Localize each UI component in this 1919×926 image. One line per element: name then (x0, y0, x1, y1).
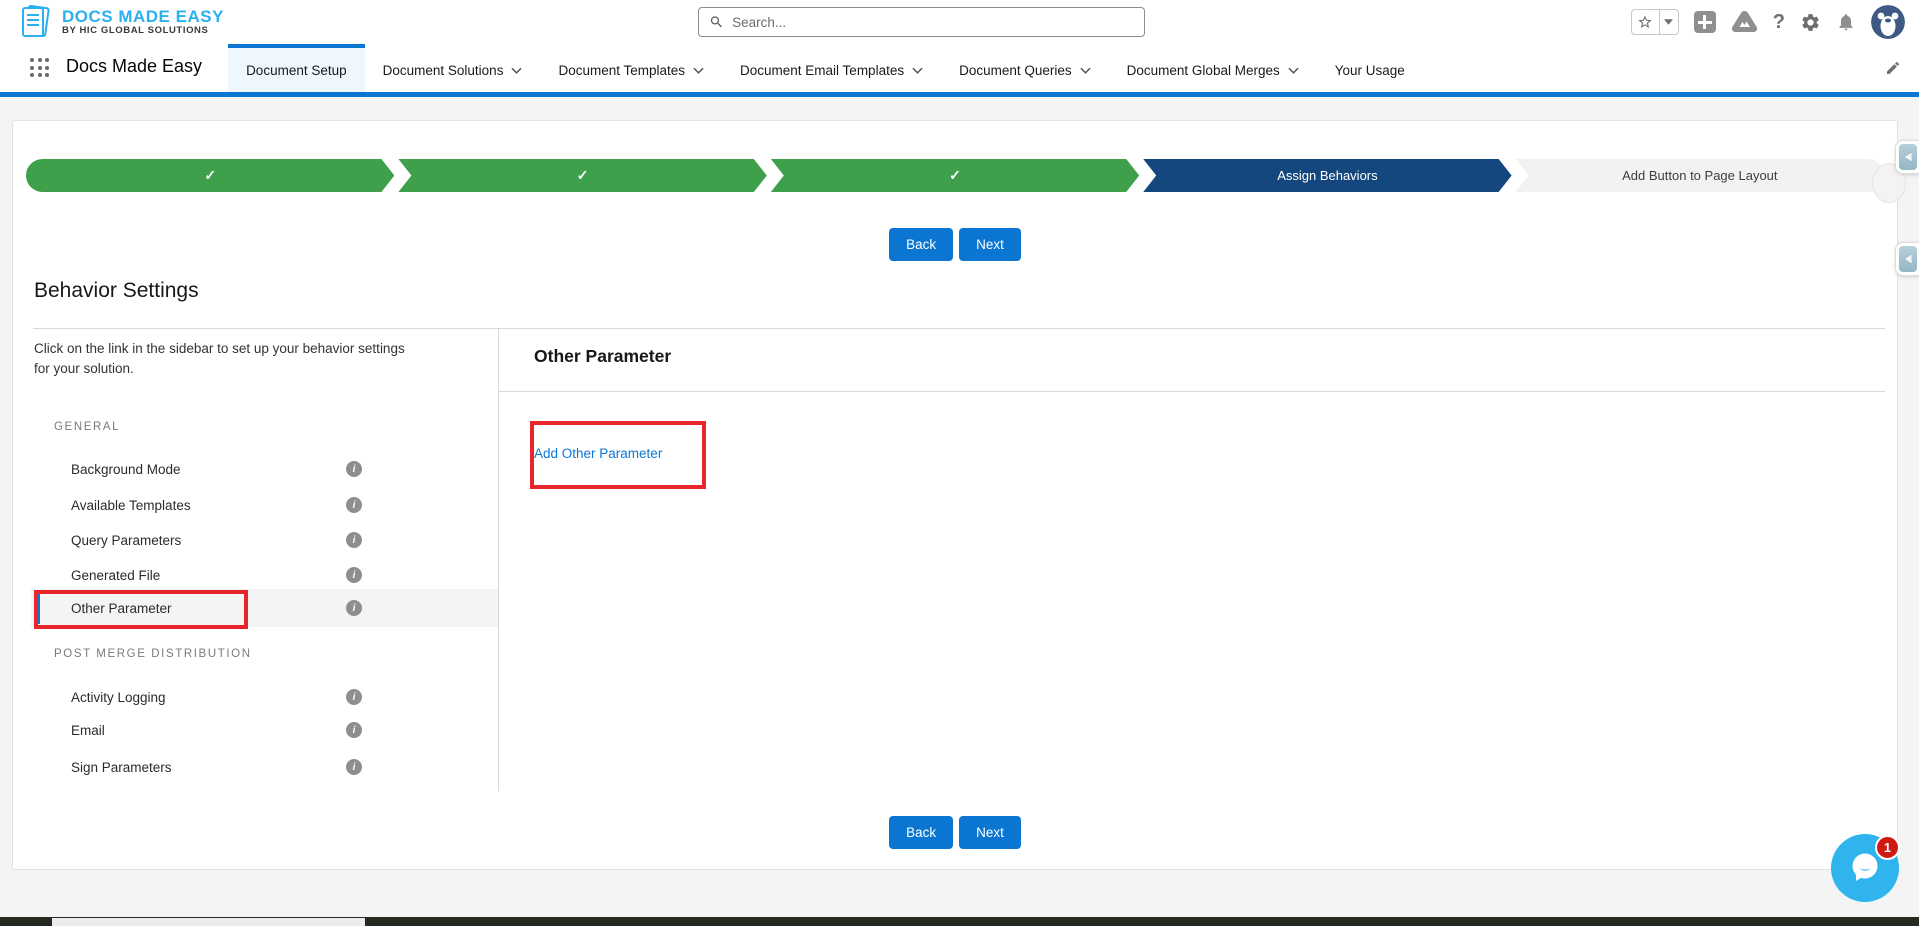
notifications-bell-icon[interactable] (1836, 11, 1856, 33)
sidebar-item-sign-parameters[interactable]: Sign Parameters i (31, 748, 498, 786)
next-button-bottom[interactable]: Next (959, 816, 1021, 849)
trailhead-icon[interactable] (1731, 10, 1758, 34)
taskbar-sliver-segment (52, 918, 365, 926)
step-2-complete[interactable]: ✓ (398, 159, 766, 192)
chevron-down-icon (912, 67, 923, 74)
tab-label: Document Email Templates (740, 62, 905, 78)
info-icon[interactable]: i (346, 461, 362, 477)
tab-your-usage[interactable]: Your Usage (1317, 44, 1423, 92)
info-icon[interactable]: i (346, 532, 362, 548)
taskbar-sliver (0, 917, 1919, 926)
search-icon (710, 16, 722, 28)
step-label: Add Button to Page Layout (1622, 168, 1778, 183)
sidebar-item-background-mode[interactable]: Background Mode i (31, 450, 498, 488)
panel-divider (498, 391, 1885, 392)
tab-document-solutions[interactable]: Document Solutions (365, 44, 541, 92)
global-search[interactable] (698, 7, 1145, 37)
logo-subtitle: BY HIC GLOBAL SOLUTIONS (62, 25, 209, 37)
favorites-control (1630, 9, 1679, 35)
check-icon: ✓ (949, 167, 961, 183)
progress-stepper: ✓ ✓ ✓ Assign Behaviors Add Button to Pag… (26, 159, 1885, 192)
chevron-down-icon (693, 67, 704, 74)
tab-label: Document Setup (246, 62, 347, 78)
info-icon[interactable]: i (346, 600, 362, 616)
chevron-down-icon (1080, 67, 1091, 74)
triangle-left-icon (1904, 254, 1912, 264)
check-icon: ✓ (204, 167, 217, 183)
info-icon[interactable]: i (346, 759, 362, 775)
step-add-button-to-page-layout[interactable]: Add Button to Page Layout (1515, 159, 1885, 192)
sidebar-item-label: Generated File (71, 567, 161, 583)
app-launcher-waffle-icon[interactable] (30, 58, 50, 78)
favorites-dropdown-button[interactable] (1658, 10, 1678, 34)
caret-down-icon (1664, 19, 1674, 25)
sidebar-item-label: Sign Parameters (71, 759, 172, 775)
sidebar-item-label: Other Parameter (71, 600, 172, 616)
global-header: DOCS MADE EASY BY HIC GLOBAL SOLUTIONS S… (0, 0, 1919, 44)
sidebar-item-available-templates[interactable]: Available Templates i (31, 486, 498, 524)
page-title: Behavior Settings (34, 279, 199, 302)
logo-title: DOCS MADE EASY (62, 6, 224, 26)
info-icon[interactable]: i (346, 689, 362, 705)
step-assign-behaviors[interactable]: Assign Behaviors (1143, 159, 1511, 192)
tab-label: Document Solutions (382, 62, 504, 78)
sidebar-item-label: Background Mode (71, 461, 181, 477)
sidebar-item-label: Activity Logging (71, 689, 166, 705)
chat-notification-badge: 1 (1875, 835, 1900, 860)
add-other-parameter-link[interactable]: Add Other Parameter (534, 446, 662, 461)
sidebar-item-label: Available Templates (71, 497, 191, 513)
nav-tabs: Document Setup Document Solutions Docume… (228, 44, 1423, 92)
help-icon[interactable]: ? (1773, 11, 1785, 34)
edit-nav-pencil-icon[interactable] (1885, 60, 1901, 81)
chevron-down-icon (511, 67, 523, 74)
sidebar-item-email[interactable]: Email i (31, 711, 498, 749)
tab-document-email-templates[interactable]: Document Email Templates (722, 44, 941, 92)
expand-panel-button-bottom[interactable] (1895, 242, 1919, 276)
sidebar-item-label: Email (71, 722, 105, 738)
info-icon[interactable]: i (346, 567, 362, 583)
tab-label: Document Global Merges (1126, 62, 1280, 78)
info-icon[interactable]: i (346, 722, 362, 738)
tab-document-global-merges[interactable]: Document Global Merges (1109, 44, 1317, 92)
sidebar-item-query-parameters[interactable]: Query Parameters i (31, 521, 498, 559)
docs-logo-icon (22, 5, 50, 37)
sidebar-item-label: Query Parameters (71, 532, 182, 548)
back-button-bottom[interactable]: Back (889, 816, 954, 849)
back-button-top[interactable]: Back (889, 228, 954, 261)
app-navigation-bar: Docs Made Easy Document Setup Document S… (0, 44, 1919, 97)
star-icon (1638, 15, 1652, 28)
step-3-complete[interactable]: ✓ (771, 159, 1139, 192)
app-name[interactable]: Docs Made Easy (66, 56, 202, 92)
app-logo: DOCS MADE EASY BY HIC GLOBAL SOLUTIONS (18, 4, 224, 40)
global-actions-button[interactable] (1693, 11, 1716, 33)
expand-panel-button-top[interactable] (1895, 140, 1919, 174)
sidebar-section-general: GENERAL (54, 421, 121, 433)
panel-title: Other Parameter (534, 346, 672, 366)
favorite-star-button[interactable] (1632, 10, 1659, 34)
tab-document-templates[interactable]: Document Templates (540, 44, 722, 92)
tab-label: Document Templates (558, 62, 686, 78)
step-1-complete[interactable]: ✓ (26, 159, 394, 192)
tab-document-queries[interactable]: Document Queries (941, 44, 1109, 92)
sidebar-item-other-parameter[interactable]: Other Parameter i (31, 589, 498, 627)
sidebar-description: Click on the link in the sidebar to set … (34, 341, 405, 376)
tab-label: Your Usage (1334, 62, 1405, 78)
user-avatar[interactable] (1871, 5, 1905, 39)
triangle-left-icon (1904, 152, 1912, 162)
sidebar-section-post-merge-distribution: POST MERGE DISTRIBUTION (54, 648, 252, 660)
check-icon: ✓ (576, 167, 589, 183)
next-button-top[interactable]: Next (959, 228, 1021, 261)
step-label: Assign Behaviors (1277, 168, 1378, 183)
info-icon[interactable]: i (346, 497, 362, 513)
sidebar-divider (498, 328, 499, 791)
title-divider (33, 328, 1885, 329)
search-input[interactable] (732, 14, 1134, 30)
main-content-card: ✓ ✓ ✓ Assign Behaviors Add Button to Pag… (12, 120, 1898, 870)
tab-document-setup[interactable]: Document Setup (228, 44, 365, 92)
chevron-down-icon (1288, 67, 1299, 74)
tab-label: Document Queries (959, 62, 1072, 78)
setup-gear-icon[interactable] (1800, 12, 1821, 33)
